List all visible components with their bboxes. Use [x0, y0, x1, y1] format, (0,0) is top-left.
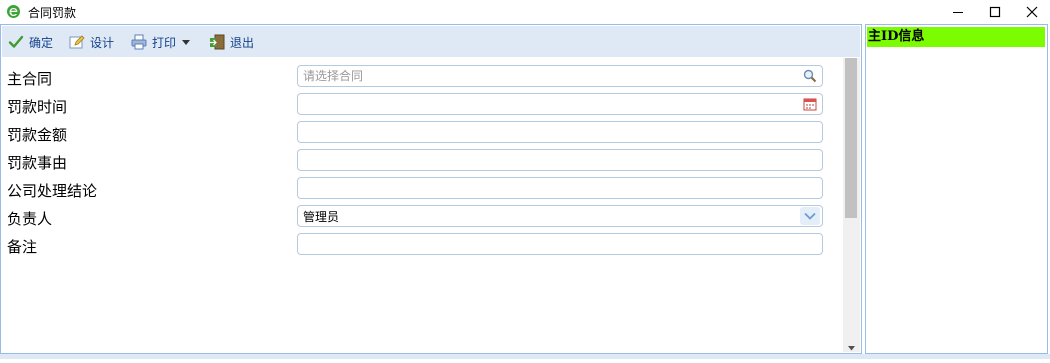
scroll-down-button[interactable] [843, 338, 860, 352]
form-row-responsible-person: 负责人 [2, 205, 843, 231]
close-icon [1026, 3, 1038, 22]
field-label: 罚款事由 [7, 154, 68, 172]
vertical-scrollbar[interactable] [843, 58, 860, 352]
remarks-field[interactable] [297, 233, 823, 255]
form-panel: 确定 设计 打印 退出 主合同 请选择合同 罚款时间 罚款金额 罚款事由 公司处… [0, 24, 862, 354]
scroll-down-arrow-icon [848, 336, 855, 355]
penalty-amount-input[interactable] [303, 123, 783, 141]
maximize-button[interactable] [977, 0, 1013, 24]
edit-pencil-icon [69, 34, 85, 50]
form-row-penalty-amount: 罚款金额 [2, 121, 843, 147]
calendar-icon[interactable] [800, 95, 820, 113]
field-label: 公司处理结论 [7, 182, 98, 200]
penalty-reason-input[interactable] [303, 151, 783, 169]
exit-button[interactable]: 退出 [209, 32, 254, 52]
company-conclusion-input[interactable] [303, 179, 783, 197]
form-row-company-conclusion: 公司处理结论 [2, 177, 843, 203]
window-bottom-border [0, 354, 1050, 359]
responsible-person-select[interactable] [297, 205, 823, 227]
toolbar: 确定 设计 打印 退出 [2, 26, 860, 57]
field-label: 主合同 [7, 70, 53, 88]
form-row-remarks: 备注 [2, 233, 843, 259]
penalty-amount-field[interactable] [297, 121, 823, 143]
side-panel-header: 主ID信息 [867, 27, 1045, 47]
scrollbar-thumb[interactable] [845, 58, 857, 218]
minimize-button[interactable] [940, 0, 976, 24]
form-area: 主合同 罚款时间 [2, 58, 843, 352]
dropdown-arrow-icon[interactable] [182, 39, 191, 45]
form-row-penalty-time: 罚款时间 [2, 93, 843, 119]
minimize-icon [952, 3, 964, 22]
design-label: 设计 [90, 35, 115, 50]
print-label: 打印 [152, 35, 177, 50]
window-title: 合同罚款 [28, 6, 77, 20]
confirm-label: 确定 [29, 35, 54, 50]
ie-browser-icon [6, 4, 21, 19]
field-label: 负责人 [7, 210, 53, 228]
main-contract-input[interactable] [303, 67, 783, 85]
close-button[interactable] [1014, 0, 1050, 24]
field-label: 罚款金额 [7, 126, 68, 144]
print-button[interactable]: 打印 [131, 32, 191, 52]
checkmark-icon [8, 34, 24, 50]
penalty-reason-field[interactable] [297, 149, 823, 171]
title-bar: 合同罚款 [0, 0, 1050, 24]
search-icon[interactable] [800, 67, 820, 85]
maximize-icon [989, 3, 1001, 22]
chevron-down-icon[interactable] [800, 207, 820, 225]
field-label: 备注 [7, 238, 38, 256]
penalty-time-field[interactable] [297, 93, 823, 115]
main-contract-field[interactable] [297, 65, 823, 87]
side-info-panel: 主ID信息 [865, 24, 1048, 354]
form-row-main-contract: 主合同 [2, 65, 843, 91]
design-button[interactable]: 设计 [69, 32, 114, 52]
penalty-time-input[interactable] [303, 95, 783, 113]
exit-door-icon [209, 34, 225, 50]
remarks-input[interactable] [303, 235, 783, 253]
field-label: 罚款时间 [7, 98, 68, 116]
printer-icon [131, 34, 147, 50]
confirm-button[interactable]: 确定 [8, 32, 53, 52]
responsible-person-input[interactable] [303, 207, 783, 225]
exit-label: 退出 [230, 35, 255, 50]
form-row-penalty-reason: 罚款事由 [2, 149, 843, 175]
company-conclusion-field[interactable] [297, 177, 823, 199]
